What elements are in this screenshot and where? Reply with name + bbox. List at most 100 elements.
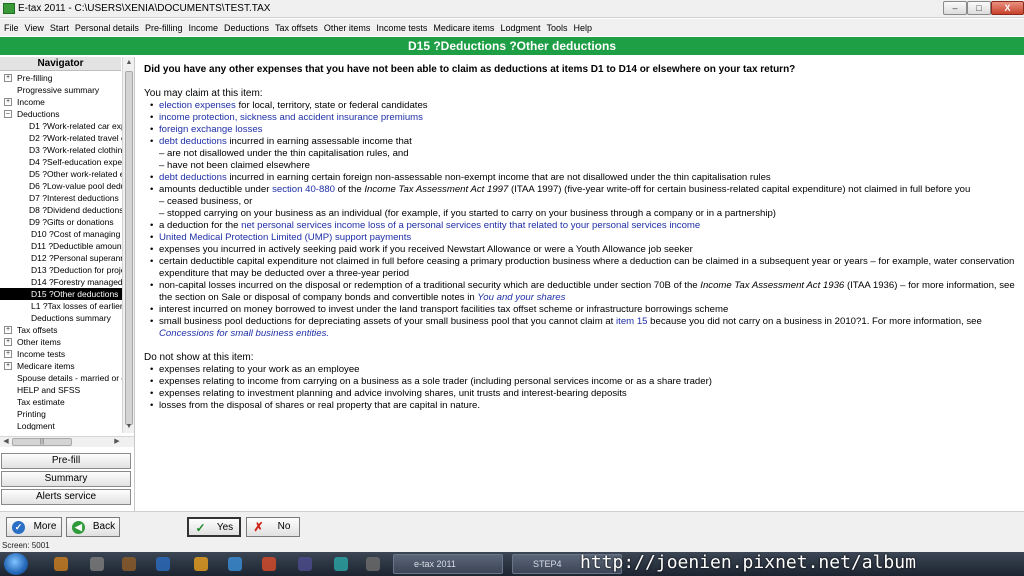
taskbar-app-icon[interactable] bbox=[156, 557, 170, 571]
taskbar-app-icon[interactable] bbox=[194, 557, 208, 571]
question-text: Did you have any other expenses that you… bbox=[144, 64, 796, 75]
yes-button[interactable]: ✓ Yes bbox=[187, 517, 241, 537]
expand-icon[interactable]: + bbox=[4, 338, 12, 346]
navigator-item[interactable]: D6 ?Low-value pool dedu bbox=[0, 180, 122, 192]
taskbar-app-icon[interactable] bbox=[122, 557, 136, 571]
help-link[interactable]: section 40-880 bbox=[272, 184, 335, 195]
scroll-right-arrow-icon[interactable]: ▶ bbox=[112, 437, 122, 447]
scroll-up-arrow-icon[interactable]: ▲ bbox=[124, 58, 134, 68]
maximize-button[interactable]: □ bbox=[967, 1, 991, 15]
menu-item-medicare-items[interactable]: Medicare items bbox=[433, 23, 494, 33]
menu-item-lodgment[interactable]: Lodgment bbox=[500, 23, 540, 33]
scroll-left-arrow-icon[interactable]: ◀ bbox=[1, 437, 11, 447]
help-link[interactable]: net personal services income loss of a p… bbox=[241, 220, 700, 231]
horizontal-scrollbar-thumb[interactable]: ||| bbox=[12, 438, 72, 446]
navigator-item[interactable]: D11 ?Deductible amount o bbox=[0, 240, 122, 252]
navigator-item[interactable]: D4 ?Self-education exper bbox=[0, 156, 122, 168]
list-item: – have not been claimed elsewhere bbox=[144, 160, 1018, 172]
start-button-icon[interactable] bbox=[4, 553, 28, 575]
navigator-item[interactable]: D5 ?Other work-related e bbox=[0, 168, 122, 180]
navigator-item[interactable]: D3 ?Work-related clothing bbox=[0, 144, 122, 156]
menu-item-income[interactable]: Income bbox=[188, 23, 218, 33]
navigator-item[interactable]: Spouse details - married or d bbox=[0, 372, 122, 384]
minimize-button[interactable]: – bbox=[943, 1, 967, 15]
taskbar-app-icon[interactable] bbox=[366, 557, 380, 571]
navigator-item[interactable]: Tax estimate bbox=[0, 396, 122, 408]
taskbar-app-icon[interactable] bbox=[54, 557, 68, 571]
navigator-item[interactable]: D13 ?Deduction for project bbox=[0, 264, 122, 276]
navigator-item-label: Pre-filling bbox=[17, 73, 53, 83]
taskbar-app-icon[interactable] bbox=[334, 557, 348, 571]
help-link[interactable]: debt deductions bbox=[159, 136, 227, 147]
expand-icon[interactable]: + bbox=[4, 362, 12, 370]
navigator-vertical-scrollbar[interactable]: ▲ ▼ bbox=[122, 57, 134, 433]
expand-icon[interactable]: + bbox=[4, 74, 12, 82]
help-link[interactable]: debt deductions bbox=[159, 172, 227, 183]
help-link[interactable]: income protection, sickness and accident… bbox=[159, 112, 423, 123]
menu-item-file[interactable]: File bbox=[4, 23, 19, 33]
menu-item-start[interactable]: Start bbox=[50, 23, 69, 33]
navigator-item[interactable]: + Medicare items bbox=[0, 360, 122, 372]
list-item: expenses relating to income from carryin… bbox=[144, 376, 1018, 388]
menu-item-personal-details[interactable]: Personal details bbox=[75, 23, 139, 33]
navigator-item[interactable]: D12 ?Personal superannu bbox=[0, 252, 122, 264]
navigator-item[interactable]: + Income tests bbox=[0, 348, 122, 360]
taskbar-app-icon[interactable] bbox=[262, 557, 276, 571]
no-button[interactable]: ✗ No bbox=[246, 517, 300, 537]
menu-item-income-tests[interactable]: Income tests bbox=[376, 23, 427, 33]
collapse-icon[interactable]: – bbox=[4, 110, 12, 118]
navigator-item[interactable]: – Deductions bbox=[0, 108, 122, 120]
help-link[interactable]: United Medical Protection Limited (UMP) … bbox=[159, 232, 411, 243]
navigator-item[interactable]: Progressive summary bbox=[0, 84, 122, 96]
navigator-item[interactable]: D2 ?Work-related travel e bbox=[0, 132, 122, 144]
taskbar-app-icon[interactable] bbox=[90, 557, 104, 571]
help-link[interactable]: item bbox=[616, 316, 634, 327]
expand-icon[interactable]: + bbox=[4, 98, 12, 106]
menu-item-help[interactable]: Help bbox=[573, 23, 592, 33]
navigator-horizontal-scrollbar[interactable]: ◀ ||| ▶ bbox=[0, 436, 134, 447]
alerts-service-button[interactable]: Alerts service bbox=[1, 489, 131, 505]
menu-item-tools[interactable]: Tools bbox=[546, 23, 567, 33]
navigator-item[interactable]: Lodgment bbox=[0, 420, 122, 430]
navigator-item[interactable]: + Tax offsets bbox=[0, 324, 122, 336]
navigator-item[interactable]: HELP and SFSS bbox=[0, 384, 122, 396]
title-bar: E-tax 2011 - C:\USERS\XENIA\DOCUMENTS\TE… bbox=[0, 0, 1024, 18]
help-link[interactable]: 15 bbox=[637, 316, 648, 327]
expand-icon[interactable]: + bbox=[4, 326, 12, 334]
navigator-item[interactable]: + Other items bbox=[0, 336, 122, 348]
help-link[interactable]: Concessions for small business entities. bbox=[159, 328, 329, 339]
taskbar-app-icon[interactable] bbox=[298, 557, 312, 571]
close-button[interactable]: X bbox=[991, 1, 1024, 15]
scroll-down-arrow-icon[interactable]: ▼ bbox=[124, 422, 134, 432]
menu-item-pre-filling[interactable]: Pre-filling bbox=[145, 23, 183, 33]
menu-item-tax-offsets[interactable]: Tax offsets bbox=[275, 23, 318, 33]
navigator-item[interactable]: L1 ?Tax losses of earlier bbox=[0, 300, 122, 312]
navigator-item[interactable]: D1 ?Work-related car exp bbox=[0, 120, 122, 132]
summary-button[interactable]: Summary bbox=[1, 471, 131, 487]
scrollbar-thumb[interactable] bbox=[125, 71, 133, 425]
back-button[interactable]: ◀ Back bbox=[66, 517, 120, 537]
navigator-item[interactable]: D15 ?Other deductions bbox=[0, 288, 122, 300]
help-link[interactable]: foreign exchange losses bbox=[159, 124, 262, 135]
action-bar: ✓ More ◀ Back ✓ Yes ✗ No bbox=[0, 511, 1024, 540]
prefill-button[interactable]: Pre-fill bbox=[1, 453, 131, 469]
help-link[interactable]: election expenses bbox=[159, 100, 236, 111]
navigator-item[interactable]: D8 ?Dividend deductions bbox=[0, 204, 122, 216]
menu-item-deductions[interactable]: Deductions bbox=[224, 23, 269, 33]
expand-icon[interactable]: + bbox=[4, 350, 12, 358]
navigator-item[interactable]: + Pre-filling bbox=[0, 72, 122, 84]
taskbar-app-icon[interactable] bbox=[228, 557, 242, 571]
more-button[interactable]: ✓ More bbox=[6, 517, 62, 537]
navigator-item[interactable]: D9 ?Gifts or donations bbox=[0, 216, 122, 228]
navigator-item[interactable]: D14 ?Forestry managed in bbox=[0, 276, 122, 288]
taskbar-task-etax[interactable]: e-tax 2011 bbox=[393, 554, 503, 574]
help-link[interactable]: You and your shares bbox=[477, 292, 565, 303]
navigator-item[interactable]: + Income bbox=[0, 96, 122, 108]
menu-item-view[interactable]: View bbox=[25, 23, 44, 33]
navigator-item[interactable]: Deductions summary bbox=[0, 312, 122, 324]
list-item: foreign exchange losses bbox=[144, 124, 1018, 136]
navigator-item[interactable]: Printing bbox=[0, 408, 122, 420]
navigator-item[interactable]: D7 ?Interest deductions bbox=[0, 192, 122, 204]
navigator-item[interactable]: D10 ?Cost of managing tax bbox=[0, 228, 122, 240]
menu-item-other-items[interactable]: Other items bbox=[324, 23, 371, 33]
